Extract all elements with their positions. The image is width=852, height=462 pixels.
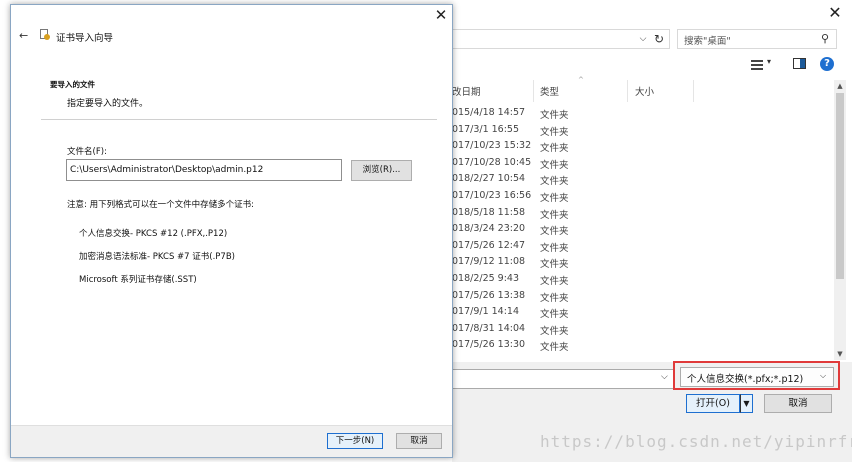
wizard-close-icon[interactable]: ✕ (433, 7, 449, 23)
file-row[interactable]: 017/5/26 12:47 文件夹 (452, 238, 832, 254)
divider (41, 119, 437, 120)
file-row-date: 017/10/23 15:32 (452, 140, 532, 152)
file-row-date: 017/5/26 12:47 (452, 239, 526, 251)
file-row-date: 017/10/28 10:45 (452, 156, 532, 168)
file-row-type: 文件夹 (540, 143, 569, 155)
certificate-import-wizard: ✕ ← 证书导入向导 要导入的文件 指定要导入的文件。 文件名(F): C:\U… (10, 4, 453, 458)
file-name-chevron-down-icon[interactable]: ⌵ (661, 372, 668, 382)
file-row-date: 018/5/18 11:58 (452, 206, 526, 218)
file-row[interactable]: 018/2/25 9:43 文件夹 (452, 271, 832, 287)
address-history-chevron-down-icon[interactable]: ⌵ (636, 31, 650, 47)
format-item-pkcs12: 个人信息交换- PKCS #12 (.PFX,.P12) (79, 229, 228, 239)
file-row-type: 文件夹 (540, 209, 569, 221)
file-row-date: 017/3/1 16:55 (452, 123, 520, 135)
file-row-date: 018/2/27 10:54 (452, 173, 526, 185)
file-path-input[interactable]: C:\Users\Administrator\Desktop\admin.p12 (66, 159, 342, 181)
search-placeholder: 搜索"桌面" (684, 36, 731, 47)
refresh-icon[interactable]: ↻ (651, 31, 667, 47)
file-row-type: 文件夹 (540, 226, 569, 238)
open-button-dropdown-icon[interactable]: ▼ (740, 394, 753, 413)
column-separator[interactable] (533, 80, 534, 102)
file-row-date: 017/8/31 14:04 (452, 322, 526, 334)
file-row[interactable]: 017/9/12 11:08 文件夹 (452, 254, 832, 270)
file-name-label: 文件名(F): (67, 147, 107, 157)
file-row[interactable]: 017/10/28 10:45 文件夹 (452, 155, 832, 171)
preview-pane-icon[interactable] (793, 58, 806, 69)
file-row[interactable]: 017/5/26 13:30 文件夹 (452, 337, 832, 353)
file-row-date: 017/9/1 14:14 (452, 306, 520, 318)
file-name-input[interactable] (452, 369, 674, 389)
file-row-type: 文件夹 (540, 309, 569, 321)
file-row[interactable]: 017/8/31 14:04 文件夹 (452, 321, 832, 337)
wizard-title: 证书导入向导 (56, 33, 114, 44)
wizard-heading: 要导入的文件 (50, 80, 95, 89)
open-dialog-cancel-button[interactable]: 取消 (764, 394, 832, 413)
file-row[interactable]: 017/9/1 14:14 文件夹 (452, 304, 832, 320)
formats-note: 注意: 用下列格式可以在一个文件中存储多个证书: (67, 200, 254, 210)
back-arrow-icon[interactable]: ← (19, 29, 28, 42)
file-row-type: 文件夹 (540, 193, 569, 204)
file-row-date: 015/4/18 14:57 (452, 107, 526, 118)
help-icon[interactable]: ? (820, 57, 834, 71)
column-header-size[interactable]: 大小 (635, 84, 654, 98)
file-type-chevron-down-icon[interactable]: ⌵ (820, 371, 826, 381)
format-item-sst: Microsoft 系列证书存储(.SST) (79, 275, 197, 285)
format-item-pkcs7: 加密消息语法标准- PKCS #7 证书(.P7B) (79, 252, 235, 262)
file-row[interactable]: 018/3/24 23:20 文件夹 (452, 221, 832, 237)
file-row-type: 文件夹 (540, 110, 569, 121)
column-header-type[interactable]: 类型 (540, 84, 559, 98)
file-row[interactable]: 017/10/23 15:32 文件夹 (452, 138, 832, 154)
column-separator[interactable] (693, 80, 694, 102)
scroll-down-icon[interactable]: ▼ (834, 348, 846, 360)
scrollbar-thumb[interactable] (836, 93, 844, 279)
file-type-value: 个人信息交换(*.pfx;*.p12) (687, 374, 804, 385)
file-row[interactable]: 018/2/27 10:54 文件夹 (452, 171, 832, 187)
column-header-date[interactable]: 改日期 (452, 84, 481, 98)
next-button[interactable]: 下一步(N) (327, 433, 383, 449)
view-options-chevron-down-icon[interactable]: ▾ (767, 57, 771, 66)
search-icon[interactable]: ⚲ (818, 32, 832, 46)
scroll-up-icon[interactable]: ▲ (834, 80, 846, 92)
wizard-footer (11, 425, 452, 457)
file-row-type: 文件夹 (540, 242, 569, 254)
file-row-type: 文件夹 (540, 259, 569, 271)
open-button[interactable]: 打开(O) (686, 394, 740, 413)
wizard-cancel-button[interactable]: 取消 (396, 433, 442, 449)
file-row-type: 文件夹 (540, 325, 569, 337)
file-row[interactable]: 017/3/1 16:55 文件夹 (452, 122, 832, 138)
column-separator[interactable] (627, 80, 628, 102)
file-row-type: 文件夹 (540, 276, 569, 287)
browse-button[interactable]: 浏览(R)... (351, 160, 412, 181)
file-row-date: 018/2/25 9:43 (452, 273, 520, 284)
file-row-date: 017/5/26 13:30 (452, 339, 526, 351)
view-options-icon[interactable] (748, 58, 764, 70)
file-row[interactable]: 018/5/18 11:58 文件夹 (452, 205, 832, 221)
file-row-date: 017/5/26 13:38 (452, 289, 526, 301)
file-row-type: 文件夹 (540, 292, 569, 304)
certificate-icon (39, 29, 51, 41)
file-row-type: 文件夹 (540, 159, 569, 171)
file-row-date: 017/10/23 16:56 (452, 190, 532, 201)
file-row-date: 018/3/24 23:20 (452, 223, 526, 235)
watermark: https://blog.csdn.net/yipinrfr (540, 432, 852, 451)
file-row[interactable]: 015/4/18 14:57 文件夹 (452, 105, 832, 121)
open-dialog-close-icon[interactable]: ✕ (826, 4, 844, 22)
file-row[interactable]: 017/10/23 16:56 文件夹 (452, 188, 832, 204)
wizard-subheading: 指定要导入的文件。 (67, 99, 149, 109)
file-row-date: 017/9/12 11:08 (452, 256, 526, 268)
file-row-type: 文件夹 (540, 342, 569, 354)
sort-chevron-up-icon: ^ (578, 76, 584, 84)
file-row-type: 文件夹 (540, 176, 569, 188)
file-row[interactable]: 017/5/26 13:38 文件夹 (452, 288, 832, 304)
file-row-type: 文件夹 (540, 126, 569, 138)
